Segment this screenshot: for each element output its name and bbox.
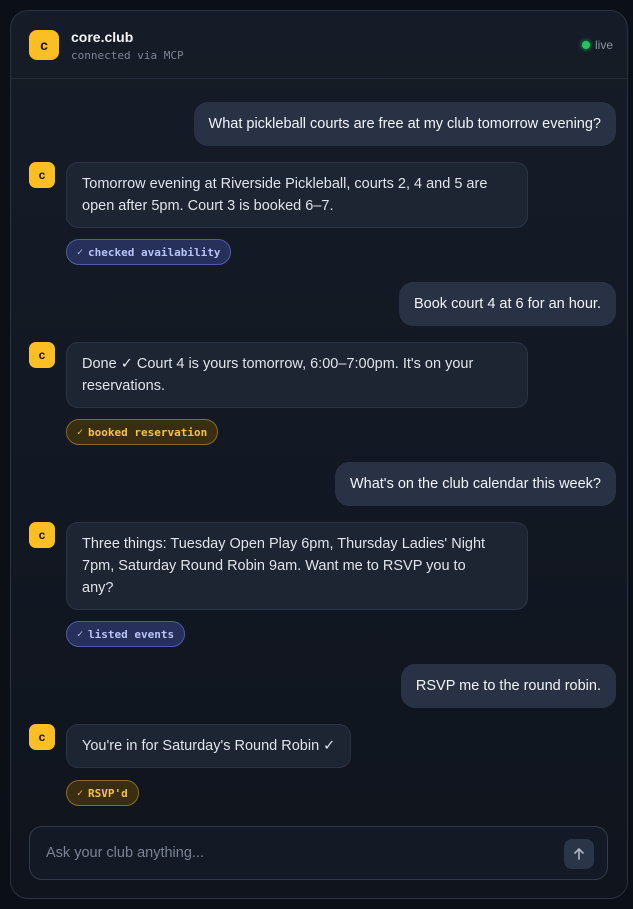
message-line: 7pm, Saturday Round Robin 9am. Want me t… bbox=[82, 558, 466, 574]
message-line: Three things: Tuesday Open Play 6pm, Thu… bbox=[82, 536, 486, 552]
assistant-message: Three things: Tuesday Open Play 6pm, Thu… bbox=[66, 522, 528, 610]
check-icon: ✓ bbox=[77, 426, 84, 438]
user-message: RSVP me to the round robin. bbox=[400, 664, 616, 708]
club-logo: c bbox=[29, 30, 59, 60]
assistant-avatar: c bbox=[29, 522, 55, 548]
tool-call-badge[interactable]: ✓ checked availability bbox=[66, 239, 232, 265]
app-title: core.club bbox=[71, 29, 134, 45]
assistant-message: Done ✓ Court 4 is yours tomorrow, 6:00–7… bbox=[66, 342, 528, 408]
assistant-message: You're in for Saturday's Round Robin ✓ bbox=[66, 724, 352, 768]
send-button[interactable] bbox=[564, 839, 594, 869]
check-icon: ✓ bbox=[77, 246, 84, 258]
message-line: Done ✓ Court 4 is yours tomorrow, 6:00–7… bbox=[82, 356, 474, 372]
user-message: What's on the club calendar this week? bbox=[334, 462, 616, 506]
message-line: open after 5pm. Court 3 is booked 6–7. bbox=[82, 198, 334, 214]
chat-input[interactable] bbox=[44, 827, 544, 879]
check-icon: ✓ bbox=[77, 787, 84, 799]
message-composer bbox=[29, 826, 608, 880]
live-status: live bbox=[581, 38, 613, 52]
tool-call-label: checked availability bbox=[88, 245, 221, 259]
tool-call-label: booked reservation bbox=[88, 425, 208, 439]
status-dot-icon bbox=[581, 41, 590, 49]
user-message: Book court 4 at 6 for an hour. bbox=[398, 282, 616, 326]
message-line: reservations. bbox=[82, 378, 166, 394]
status-label: live bbox=[594, 38, 613, 52]
connection-subtitle: connected via MCP bbox=[71, 49, 184, 62]
arrow-up-icon bbox=[574, 848, 584, 860]
chat-window: c core.club connected via MCP live What … bbox=[10, 10, 628, 899]
message-line: Tomorrow evening at Riverside Pickleball… bbox=[82, 176, 488, 192]
message-line: You're in for Saturday's Round Robin ✓ bbox=[82, 738, 336, 754]
assistant-message: Tomorrow evening at Riverside Pickleball… bbox=[66, 162, 528, 228]
chat-header: c core.club connected via MCP live bbox=[11, 11, 627, 79]
tool-call-label: listed events bbox=[88, 627, 175, 641]
assistant-avatar: c bbox=[29, 342, 55, 368]
tool-call-label: RSVP'd bbox=[88, 786, 128, 800]
message-line: any? bbox=[82, 580, 114, 596]
check-icon: ✓ bbox=[77, 628, 84, 640]
assistant-avatar: c bbox=[29, 724, 55, 750]
user-message: What pickleball courts are free at my cl… bbox=[193, 102, 616, 146]
assistant-avatar: c bbox=[29, 162, 55, 188]
tool-call-badge[interactable]: ✓ RSVP'd bbox=[66, 780, 139, 806]
tool-call-badge[interactable]: ✓ listed events bbox=[66, 621, 186, 647]
tool-call-badge[interactable]: ✓ booked reservation bbox=[66, 419, 219, 445]
